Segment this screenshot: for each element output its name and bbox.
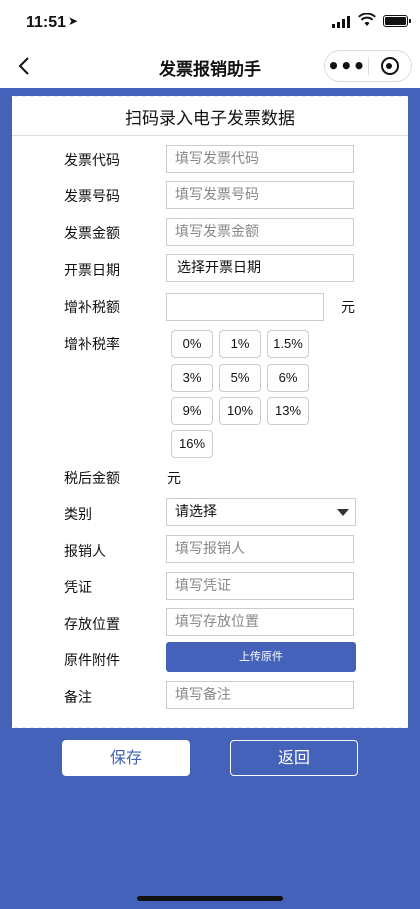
rate-option[interactable]: 1.5% (267, 330, 309, 358)
save-button[interactable]: 保存 (62, 740, 190, 776)
rate-option[interactable]: 9% (171, 397, 213, 425)
navbar: 发票报销助手 ••• (0, 44, 420, 88)
extra-tax-unit: 元 (341, 300, 355, 316)
location-field[interactable]: 填写存放位置 (166, 608, 354, 636)
battery-icon (383, 15, 411, 27)
voucher-field[interactable]: 填写凭证 (166, 572, 354, 600)
invoice-number-field[interactable]: 填写发票号码 (166, 181, 354, 209)
status-bar: 11:51 ➤ (0, 0, 420, 44)
close-target-icon[interactable] (368, 57, 411, 75)
more-icon[interactable]: ••• (325, 51, 368, 81)
card-title: 扫码录入电子发票数据 (12, 102, 408, 136)
invoice-amount-field[interactable]: 填写发票金额 (166, 218, 354, 246)
category-select[interactable]: 请选择 (166, 498, 356, 526)
remark-field[interactable]: 填写备注 (166, 681, 354, 709)
status-time: 11:51 (26, 14, 67, 31)
dropdown-caret-icon (337, 509, 349, 516)
category-label: 类别 (64, 507, 92, 523)
extra-tax-field[interactable] (166, 293, 324, 321)
extra-tax-label: 增补税额 (64, 300, 120, 316)
home-indicator (137, 896, 283, 901)
reimburser-field[interactable]: 填写报销人 (166, 535, 354, 563)
upload-original-button[interactable]: 上传原件 (166, 642, 356, 672)
category-select-value: 请选择 (175, 504, 217, 520)
rate-option[interactable]: 1% (219, 330, 261, 358)
invoice-code-field[interactable]: 填写发票代码 (166, 145, 354, 173)
issue-date-picker[interactable]: 选择开票日期 (166, 254, 354, 282)
voucher-label: 凭证 (64, 580, 92, 596)
issue-date-label: 开票日期 (64, 263, 120, 279)
invoice-form-card: 扫码录入电子发票数据 发票代码 填写发票代码 发票号码 填写发票号码 发票金额 … (12, 92, 408, 732)
rate-option[interactable]: 3% (171, 364, 213, 392)
rate-option[interactable]: 10% (219, 397, 261, 425)
wifi-icon (358, 13, 376, 26)
rate-option[interactable]: 16% (171, 430, 213, 458)
mini-program-capsule: ••• (324, 50, 412, 82)
rate-option[interactable]: 6% (267, 364, 309, 392)
signal-icon (332, 16, 350, 28)
invoice-code-label: 发票代码 (64, 153, 120, 169)
invoice-number-label: 发票号码 (64, 189, 120, 205)
location-arrow-icon: ➤ (68, 14, 79, 28)
rate-option[interactable]: 0% (171, 330, 213, 358)
remark-label: 备注 (64, 690, 92, 706)
back-button[interactable]: 返回 (230, 740, 358, 776)
rate-option[interactable]: 13% (267, 397, 309, 425)
extra-tax-rate-label: 增补税率 (64, 337, 120, 353)
location-label: 存放位置 (64, 617, 120, 633)
reimburser-label: 报销人 (64, 544, 106, 560)
invoice-amount-label: 发票金额 (64, 226, 120, 242)
rate-option[interactable]: 5% (219, 364, 261, 392)
after-tax-unit: 元 (167, 471, 181, 487)
after-tax-label: 税后金额 (64, 471, 120, 487)
attachment-label: 原件附件 (64, 653, 120, 669)
